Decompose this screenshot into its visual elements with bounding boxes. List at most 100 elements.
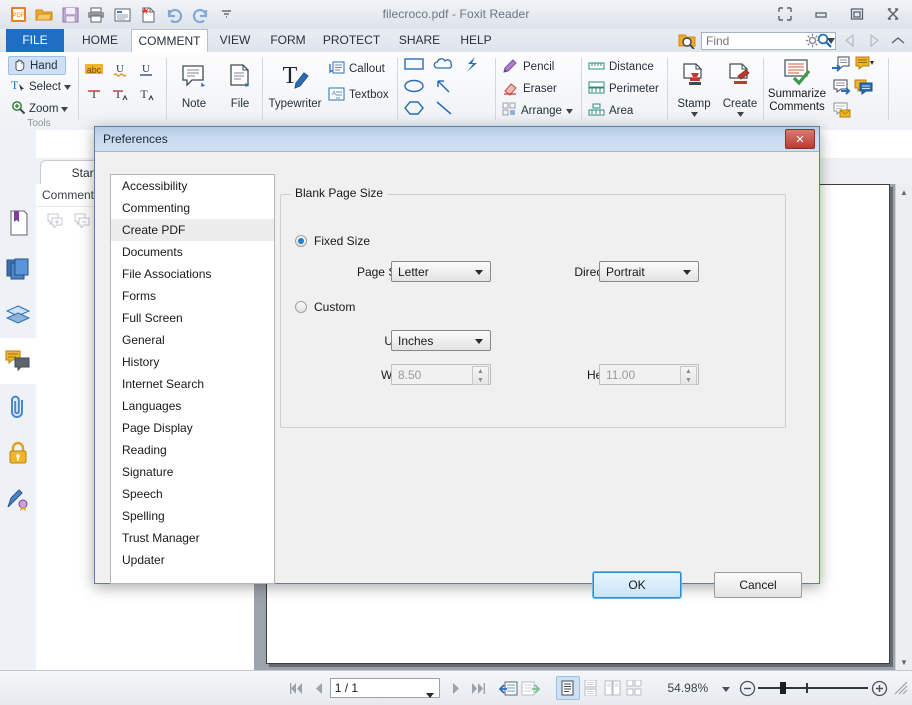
tab-home[interactable]: HOME <box>70 29 130 52</box>
continuous-view-icon[interactable] <box>580 677 602 699</box>
height-stepper[interactable]: ▲ ▼ <box>680 366 697 385</box>
search-pdf-icon[interactable] <box>678 32 696 49</box>
create-stamp-button[interactable]: Create <box>718 56 762 120</box>
distance-button[interactable]: Distance <box>588 56 659 78</box>
zoom-tool-button[interactable]: Zoom <box>8 100 68 118</box>
security-panel-icon[interactable] <box>0 430 36 476</box>
eraser-button[interactable]: Eraser <box>502 78 573 100</box>
replace-text-icon[interactable]: T <box>110 82 130 104</box>
zoom-slider-handle[interactable] <box>780 682 786 694</box>
category-trust-manager[interactable]: Trust Manager <box>111 527 274 549</box>
width-stepper[interactable]: ▲ ▼ <box>472 366 489 385</box>
attachments-panel-icon[interactable] <box>0 384 36 430</box>
previous-view-icon[interactable] <box>498 677 520 699</box>
category-file-associations[interactable]: File Associations <box>111 263 274 285</box>
chevron-down-icon[interactable] <box>826 31 836 51</box>
collapse-ribbon-icon[interactable] <box>888 31 908 51</box>
chevron-down-icon[interactable] <box>722 681 730 695</box>
textbox-button[interactable]: A Textbox <box>328 84 389 106</box>
polyline-icon[interactable] <box>463 56 481 76</box>
pages-panel-icon[interactable] <box>0 246 36 292</box>
squiggly-underline-icon[interactable]: U <box>110 58 130 80</box>
stepper-down-icon[interactable]: ▼ <box>473 376 488 385</box>
close-icon[interactable] <box>880 4 906 24</box>
arrange-button[interactable]: Arrange <box>502 100 573 122</box>
zoom-in-icon[interactable] <box>868 677 890 699</box>
tab-share[interactable]: SHARE <box>391 29 448 52</box>
stepper-up-icon[interactable]: ▲ <box>681 367 696 376</box>
summarize-comments-button[interactable]: Summarize Comments <box>766 56 828 114</box>
tab-file[interactable]: FILE <box>6 29 64 52</box>
send-comments-icon[interactable] <box>854 78 875 99</box>
area-button[interactable]: Area <box>588 100 659 122</box>
chevron-down-icon[interactable] <box>64 81 71 93</box>
chevron-down-icon[interactable] <box>566 105 573 117</box>
pencil-button[interactable]: Pencil <box>502 56 573 78</box>
category-spelling[interactable]: Spelling <box>111 505 274 527</box>
facing-view-icon[interactable] <box>602 677 624 699</box>
category-history[interactable]: History <box>111 351 274 373</box>
dialog-close-button[interactable]: ✕ <box>785 129 815 149</box>
cloud-icon[interactable] <box>433 56 455 76</box>
category-create-pdf[interactable]: Create PDF <box>111 219 274 241</box>
layers-panel-icon[interactable] <box>0 292 36 338</box>
vertical-scrollbar[interactable]: ▲ ▼ <box>895 184 912 670</box>
zoom-out-icon[interactable] <box>736 677 758 699</box>
ellipse-icon[interactable] <box>403 78 425 97</box>
scroll-down-button[interactable]: ▼ <box>896 654 912 670</box>
category-accessibility[interactable]: Accessibility <box>111 175 274 197</box>
category-page-display[interactable]: Page Display <box>111 417 274 439</box>
rectangle-icon[interactable] <box>403 56 425 76</box>
first-page-icon[interactable] <box>286 677 308 699</box>
bookmark-panel-icon[interactable] <box>0 200 36 246</box>
cancel-button[interactable]: Cancel <box>714 572 802 598</box>
category-general[interactable]: General <box>111 329 274 351</box>
note-comment-button[interactable]: Note <box>172 56 216 110</box>
hand-tool-button[interactable]: Hand <box>8 56 66 75</box>
tab-view[interactable]: VIEW <box>211 29 259 52</box>
maximize-icon[interactable] <box>844 4 870 24</box>
scroll-up-button[interactable]: ▲ <box>896 184 912 200</box>
single-page-view-icon[interactable] <box>556 676 580 700</box>
category-speech[interactable]: Speech <box>111 483 274 505</box>
chevron-down-icon[interactable] <box>61 103 68 115</box>
collapse-all-icon[interactable] <box>73 212 90 231</box>
export-highlighted-icon[interactable] <box>832 78 851 99</box>
custom-radio[interactable] <box>295 301 307 313</box>
category-commenting[interactable]: Commenting <box>111 197 274 219</box>
comments-panel-icon[interactable] <box>0 338 36 384</box>
continuous-facing-view-icon[interactable] <box>624 677 646 699</box>
preferences-category-list[interactable]: Accessibility Commenting Create PDF Docu… <box>110 174 275 584</box>
category-languages[interactable]: Languages <box>111 395 274 417</box>
restore-down-icon[interactable] <box>772 4 798 24</box>
zoom-slider[interactable] <box>758 680 868 696</box>
category-full-screen[interactable]: Full Screen <box>111 307 274 329</box>
import-comments-icon[interactable] <box>832 55 851 76</box>
ok-button[interactable]: OK <box>593 572 681 598</box>
next-view-icon[interactable] <box>520 677 542 699</box>
typewriter-button[interactable]: T Typewriter <box>266 56 324 110</box>
minimize-icon[interactable] <box>808 4 834 24</box>
stepper-down-icon[interactable]: ▼ <box>681 376 696 385</box>
fixed-size-radio-row[interactable]: Fixed Size <box>295 234 370 248</box>
custom-radio-row[interactable]: Custom <box>295 300 355 314</box>
polygon-icon[interactable] <box>403 100 425 119</box>
forward-arrow-icon[interactable] <box>864 31 884 51</box>
tab-protect[interactable]: PROTECT <box>317 29 386 52</box>
perimeter-button[interactable]: Perimeter <box>588 78 659 100</box>
fixed-size-radio[interactable] <box>295 235 307 247</box>
export-comments-icon[interactable] <box>854 55 875 76</box>
page-number-input[interactable]: 1 / 1 <box>330 678 440 698</box>
category-forms[interactable]: Forms <box>111 285 274 307</box>
category-signature[interactable]: Signature <box>111 461 274 483</box>
signatures-panel-icon[interactable] <box>0 476 36 522</box>
insert-text-icon[interactable]: T <box>136 82 156 104</box>
email-comments-icon[interactable] <box>832 101 851 122</box>
arrow-icon[interactable] <box>433 78 455 97</box>
resize-grip-icon[interactable] <box>890 677 912 699</box>
tab-help[interactable]: HELP <box>452 29 500 52</box>
callout-button[interactable]: Callout <box>328 58 389 80</box>
width-input[interactable]: 8.50 ▲ ▼ <box>391 364 491 385</box>
category-internet-search[interactable]: Internet Search <box>111 373 274 395</box>
expand-all-icon[interactable] <box>46 212 63 231</box>
